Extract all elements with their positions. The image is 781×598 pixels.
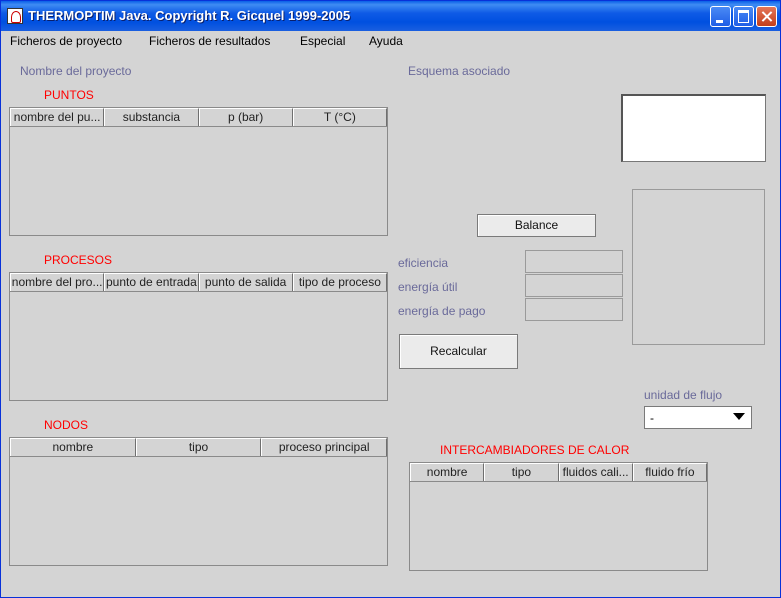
eficiencia-field	[525, 250, 623, 273]
table-header: nombre tipo fluidos cali... fluido frío	[410, 463, 707, 482]
energia-util-label: energía útil	[398, 280, 458, 294]
eficiencia-label: eficiencia	[398, 256, 449, 270]
table-header: nombre del pu... substancia p (bar) T (°…	[10, 108, 387, 127]
puntos-table[interactable]: nombre del pu... substancia p (bar) T (°…	[9, 107, 388, 236]
column-header[interactable]: proceso principal	[261, 438, 388, 456]
flow-unit-label: unidad de flujo	[644, 388, 723, 402]
column-header[interactable]: tipo	[135, 438, 262, 456]
nodos-title: NODOS	[44, 418, 89, 432]
menu-ficheros-resultados[interactable]: Ficheros de resultados	[149, 34, 270, 48]
close-button[interactable]	[756, 6, 777, 27]
schema-label: Esquema asociado	[408, 64, 511, 78]
menu-especial[interactable]: Especial	[300, 34, 345, 48]
menu-ficheros-proyecto[interactable]: Ficheros de proyecto	[10, 34, 122, 48]
maximize-button[interactable]	[733, 6, 754, 27]
column-header[interactable]: T (°C)	[292, 108, 387, 126]
flow-unit-value: -	[650, 411, 654, 425]
table-body[interactable]	[10, 127, 387, 235]
table-header: nombre del pro... punto de entrada punto…	[10, 273, 387, 292]
procesos-table[interactable]: nombre del pro... punto de entrada punto…	[9, 272, 388, 401]
table-body[interactable]	[10, 292, 387, 400]
main-window: THERMOPTIM Java. Copyright R. Gicquel 19…	[0, 0, 781, 598]
column-header[interactable]: nombre del pu...	[10, 108, 105, 126]
table-header: nombre tipo proceso principal	[10, 438, 388, 457]
recalcular-button[interactable]: Recalcular	[399, 334, 518, 369]
column-header[interactable]: punto de entrada	[104, 273, 199, 291]
window-title: THERMOPTIM Java. Copyright R. Gicquel 19…	[28, 8, 351, 23]
title-bar[interactable]: THERMOPTIM Java. Copyright R. Gicquel 19…	[1, 1, 780, 31]
menu-ayuda[interactable]: Ayuda	[369, 34, 403, 48]
procesos-title: PROCESOS	[44, 253, 113, 267]
project-name-label: Nombre del proyecto	[20, 64, 132, 78]
app-icon	[7, 8, 23, 24]
column-header[interactable]: punto de salida	[198, 273, 293, 291]
diagram-panel	[632, 189, 765, 345]
nodos-table[interactable]: nombre tipo proceso principal	[9, 437, 388, 566]
table-body[interactable]	[410, 482, 707, 570]
column-header[interactable]: tipo de proceso	[292, 273, 387, 291]
column-header[interactable]: nombre	[10, 438, 136, 456]
intercambiadores-title: INTERCAMBIADORES DE CALOR	[440, 443, 630, 457]
column-header[interactable]: nombre del pro...	[10, 273, 105, 291]
schema-preview	[621, 94, 766, 162]
energia-util-field	[525, 274, 623, 297]
column-header[interactable]: nombre	[410, 463, 485, 481]
column-header[interactable]: p (bar)	[198, 108, 293, 126]
flow-unit-select[interactable]: -	[644, 406, 752, 429]
column-header[interactable]: tipo	[484, 463, 559, 481]
energia-pago-field	[525, 298, 623, 321]
intercambiadores-table[interactable]: nombre tipo fluidos cali... fluido frío	[409, 462, 708, 571]
puntos-title: PUNTOS	[44, 88, 94, 102]
column-header[interactable]: fluido frío	[632, 463, 707, 481]
minimize-button[interactable]	[710, 6, 731, 27]
column-header[interactable]: substancia	[104, 108, 199, 126]
column-header[interactable]: fluidos cali...	[558, 463, 633, 481]
table-body[interactable]	[10, 457, 387, 565]
energia-pago-label: energía de pago	[398, 304, 486, 318]
balance-button[interactable]: Balance	[477, 214, 596, 237]
menu-bar: Ficheros de proyecto Ficheros de resulta…	[1, 31, 780, 52]
chevron-down-icon[interactable]	[733, 413, 745, 420]
